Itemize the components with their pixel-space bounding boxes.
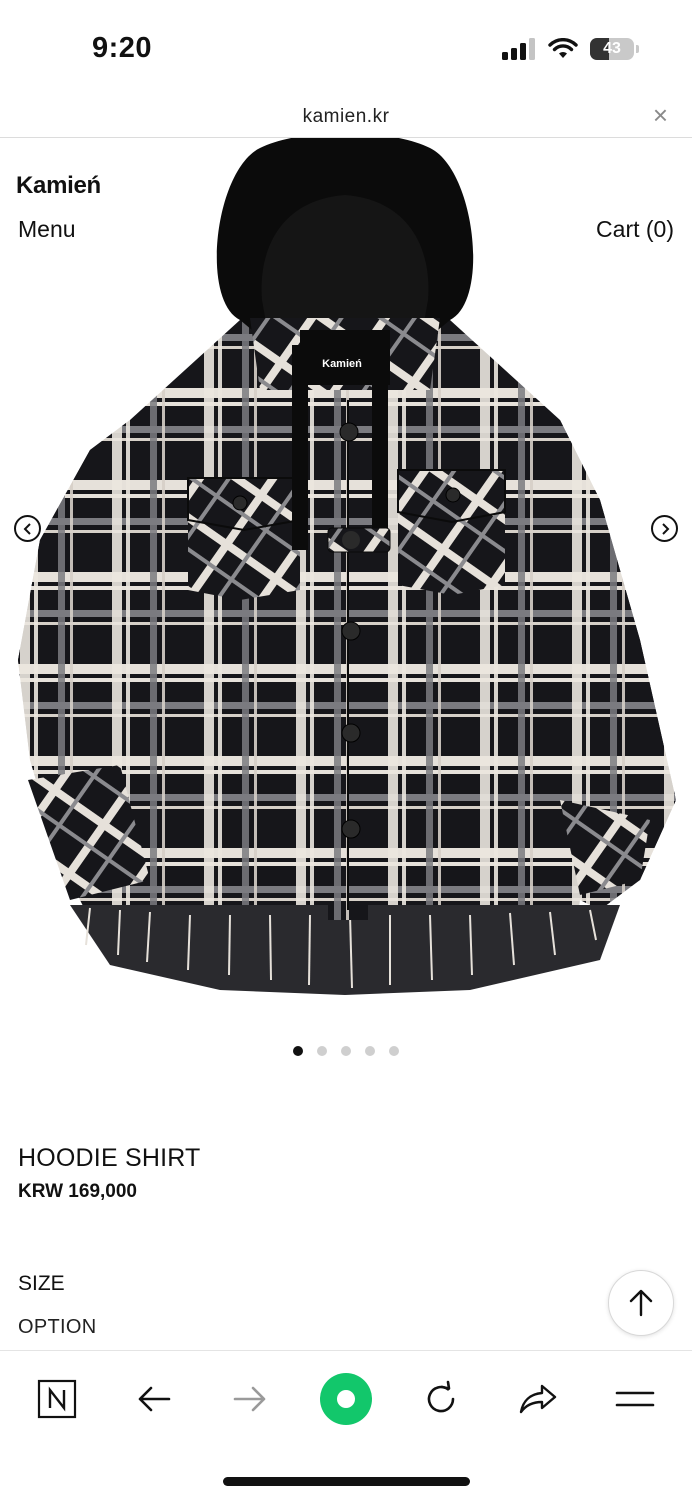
forward-button[interactable] <box>225 1377 275 1421</box>
battery-level: 43 <box>603 40 621 57</box>
carousel-dot[interactable] <box>389 1046 399 1056</box>
scroll-to-top-button[interactable] <box>608 1270 674 1336</box>
carousel-prev-button[interactable] <box>14 515 41 542</box>
flannel-hoodie-shirt-illustration: Kamień <box>18 138 676 995</box>
status-icons: 43 <box>502 38 639 60</box>
share-button[interactable] <box>513 1377 563 1421</box>
garment-label: Kamień <box>322 358 362 370</box>
url-text[interactable]: kamien.kr <box>0 106 692 128</box>
carousel-dot[interactable] <box>341 1046 351 1056</box>
option-selector[interactable]: OPTION <box>18 1316 96 1339</box>
brand-logo[interactable]: Kamień <box>16 172 101 200</box>
menu-button[interactable] <box>610 1377 660 1421</box>
browser-url-bar[interactable]: kamien.kr × <box>0 96 692 138</box>
product-image[interactable]: Kamień <box>0 138 692 1008</box>
signal-icon <box>502 38 535 60</box>
status-bar: 9:20 43 <box>0 0 692 96</box>
close-icon[interactable]: × <box>653 102 668 128</box>
naver-home-button[interactable] <box>32 1377 82 1421</box>
browser-toolbar <box>0 1350 692 1500</box>
naver-n-icon <box>37 1379 77 1419</box>
forward-arrow-icon <box>233 1386 266 1412</box>
cart-link[interactable]: Cart (0) <box>596 216 674 243</box>
arrow-up-icon <box>629 1289 653 1317</box>
product-name: HOODIE SHIRT <box>18 1144 201 1172</box>
wifi-icon <box>548 38 578 58</box>
size-label: SIZE <box>18 1272 65 1295</box>
back-arrow-icon <box>138 1386 171 1412</box>
green-dot-button[interactable] <box>319 1372 373 1426</box>
carousel-dot[interactable] <box>365 1046 375 1056</box>
green-dot-icon <box>320 1373 372 1425</box>
battery-icon: 43 <box>590 38 639 60</box>
chevron-right-icon <box>661 522 669 535</box>
reload-icon <box>427 1380 455 1413</box>
carousel-next-button[interactable] <box>651 515 678 542</box>
status-time: 9:20 <box>92 32 153 64</box>
carousel-dot[interactable] <box>317 1046 327 1056</box>
carousel-dot[interactable] <box>293 1046 303 1056</box>
share-icon <box>519 1384 557 1414</box>
menu-link[interactable]: Menu <box>18 216 76 243</box>
reload-button[interactable] <box>416 1377 466 1421</box>
chevron-left-icon <box>23 522 31 535</box>
carousel-pagination <box>0 1046 692 1056</box>
back-button[interactable] <box>129 1377 179 1421</box>
product-price: KRW 169,000 <box>18 1181 137 1202</box>
hamburger-menu-icon <box>615 1391 655 1407</box>
home-indicator[interactable] <box>223 1477 470 1486</box>
